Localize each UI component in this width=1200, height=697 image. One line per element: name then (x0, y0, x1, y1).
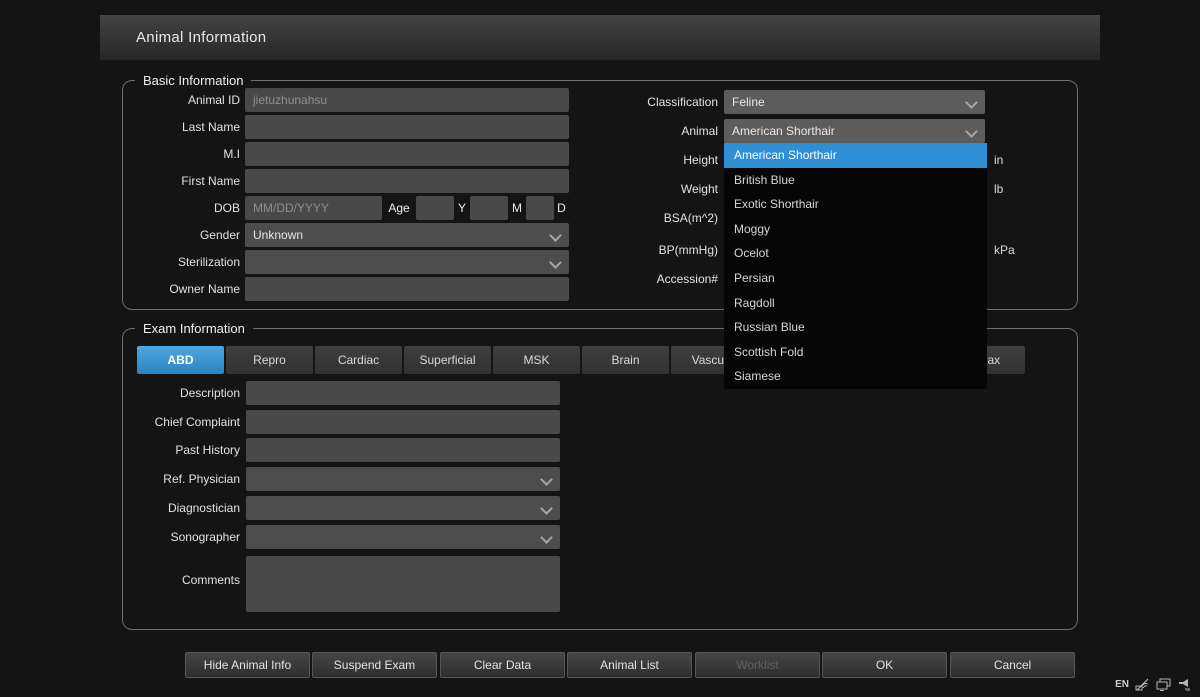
screen: { "window": { "title": "Animal Informati… (0, 0, 1200, 697)
chief-complaint-field[interactable] (246, 410, 560, 434)
diagnostician-label: Diagnostician (120, 496, 240, 520)
animal-breed-value: American Shorthair (732, 124, 835, 138)
dropdown-item-scottish-fold[interactable]: Scottish Fold (724, 340, 987, 365)
exam-tab-superficial[interactable]: Superficial (404, 346, 491, 374)
comments-label: Comments (120, 568, 240, 592)
classification-value: Feline (732, 95, 765, 109)
ref-physician-combobox[interactable] (246, 467, 560, 491)
exam-tab-cardiac[interactable]: Cardiac (315, 346, 402, 374)
cancel-button[interactable]: Cancel (950, 652, 1075, 678)
dropdown-item-ragdoll[interactable]: Ragdoll (724, 291, 987, 316)
dropdown-item-ocelot[interactable]: Ocelot (724, 241, 987, 266)
animal-breed-label: Animal (590, 119, 718, 143)
animal-breed-combobox[interactable]: American Shorthair (724, 119, 985, 143)
dob-date-field[interactable]: MM/DD/YYYY (245, 196, 382, 220)
chevron-down-icon (540, 531, 553, 544)
gender-combobox[interactable]: Unknown (245, 223, 569, 247)
age-months-field[interactable] (470, 196, 508, 220)
description-label: Description (120, 381, 240, 405)
age-years-field[interactable] (416, 196, 454, 220)
chief-complaint-label: Chief Complaint (120, 410, 240, 434)
height-label: Height (590, 148, 718, 172)
classification-combobox[interactable]: Feline (724, 90, 985, 114)
hide-animal-info-button[interactable]: Hide Animal Info (185, 652, 310, 678)
worklist-button: Worklist (695, 652, 820, 678)
chevron-down-icon (549, 229, 562, 242)
ok-button[interactable]: OK (822, 652, 947, 678)
weight-unit-label: lb (994, 177, 1003, 201)
dob-label: DOB (110, 196, 240, 220)
dropdown-item-moggy[interactable]: Moggy (724, 217, 987, 242)
chevron-down-icon (540, 502, 553, 515)
description-field[interactable] (246, 381, 560, 405)
owner-name-label: Owner Name (110, 277, 240, 301)
page-title: Animal Information (136, 15, 266, 61)
language-indicator[interactable]: EN (1115, 679, 1129, 690)
animal-id-field[interactable]: jietuzhunahsu (245, 88, 569, 112)
sonographer-label: Sonographer (120, 525, 240, 549)
last-name-label: Last Name (110, 115, 240, 139)
past-history-label: Past History (120, 438, 240, 462)
exam-tab-abd[interactable]: ABD (137, 346, 224, 374)
gender-value: Unknown (253, 228, 303, 242)
days-unit-label: D (555, 196, 568, 220)
dropdown-item-american-shorthair[interactable]: American Shorthair (724, 143, 987, 168)
exam-tab-msk[interactable]: MSK (493, 346, 580, 374)
dropdown-item-british-blue[interactable]: British Blue (724, 168, 987, 193)
bp-unit-label: kPa (994, 238, 1015, 262)
dropdown-item-persian[interactable]: Persian (724, 266, 987, 291)
dropdown-item-russian-blue[interactable]: Russian Blue (724, 315, 987, 340)
gender-label: Gender (110, 223, 240, 247)
owner-name-field[interactable] (245, 277, 569, 301)
ref-physician-label: Ref. Physician (120, 467, 240, 491)
chevron-down-icon (965, 96, 978, 109)
bsa-label: BSA(m^2) (590, 206, 718, 230)
past-history-field[interactable] (246, 438, 560, 462)
diagnostician-combobox[interactable] (246, 496, 560, 520)
age-days-field[interactable] (526, 196, 554, 220)
dialog-titlebar: Animal Information (100, 15, 1100, 61)
bp-label: BP(mmHg) (590, 238, 718, 262)
weight-label: Weight (590, 177, 718, 201)
comments-textarea[interactable] (246, 556, 560, 612)
height-unit-label: in (994, 148, 1003, 172)
network-status-icon (1135, 678, 1150, 691)
clear-data-button[interactable]: Clear Data (440, 652, 565, 678)
dropdown-item-siamese[interactable]: Siamese (724, 364, 987, 389)
sonographer-combobox[interactable] (246, 525, 560, 549)
chevron-down-icon (549, 256, 562, 269)
suspend-exam-button[interactable]: Suspend Exam (312, 652, 437, 678)
middle-initial-label: M.I (110, 142, 240, 166)
dropdown-item-exotic-shorthair[interactable]: Exotic Shorthair (724, 192, 987, 217)
exam-tab-brain[interactable]: Brain (582, 346, 669, 374)
animal-list-button[interactable]: Animal List (567, 652, 692, 678)
chevron-down-icon (965, 125, 978, 138)
months-unit-label: M (510, 196, 524, 220)
years-unit-label: Y (456, 196, 468, 220)
status-bar: EN (1115, 678, 1192, 691)
middle-initial-field[interactable] (245, 142, 569, 166)
accession-label: Accession# (590, 267, 718, 291)
animal-breed-dropdown-list: American Shorthair British Blue Exotic S… (724, 143, 987, 389)
dual-display-icon (1156, 678, 1171, 691)
speaker-icon (1177, 678, 1192, 691)
sterilization-label: Sterilization (110, 250, 240, 274)
last-name-field[interactable] (245, 115, 569, 139)
animal-id-label: Animal ID (110, 88, 240, 112)
sterilization-combobox[interactable] (245, 250, 569, 274)
first-name-field[interactable] (245, 169, 569, 193)
classification-label: Classification (590, 90, 718, 114)
exam-information-title: Exam Information (135, 319, 253, 338)
chevron-down-icon (540, 473, 553, 486)
age-label: Age (385, 196, 413, 220)
exam-tab-repro[interactable]: Repro (226, 346, 313, 374)
first-name-label: First Name (110, 169, 240, 193)
